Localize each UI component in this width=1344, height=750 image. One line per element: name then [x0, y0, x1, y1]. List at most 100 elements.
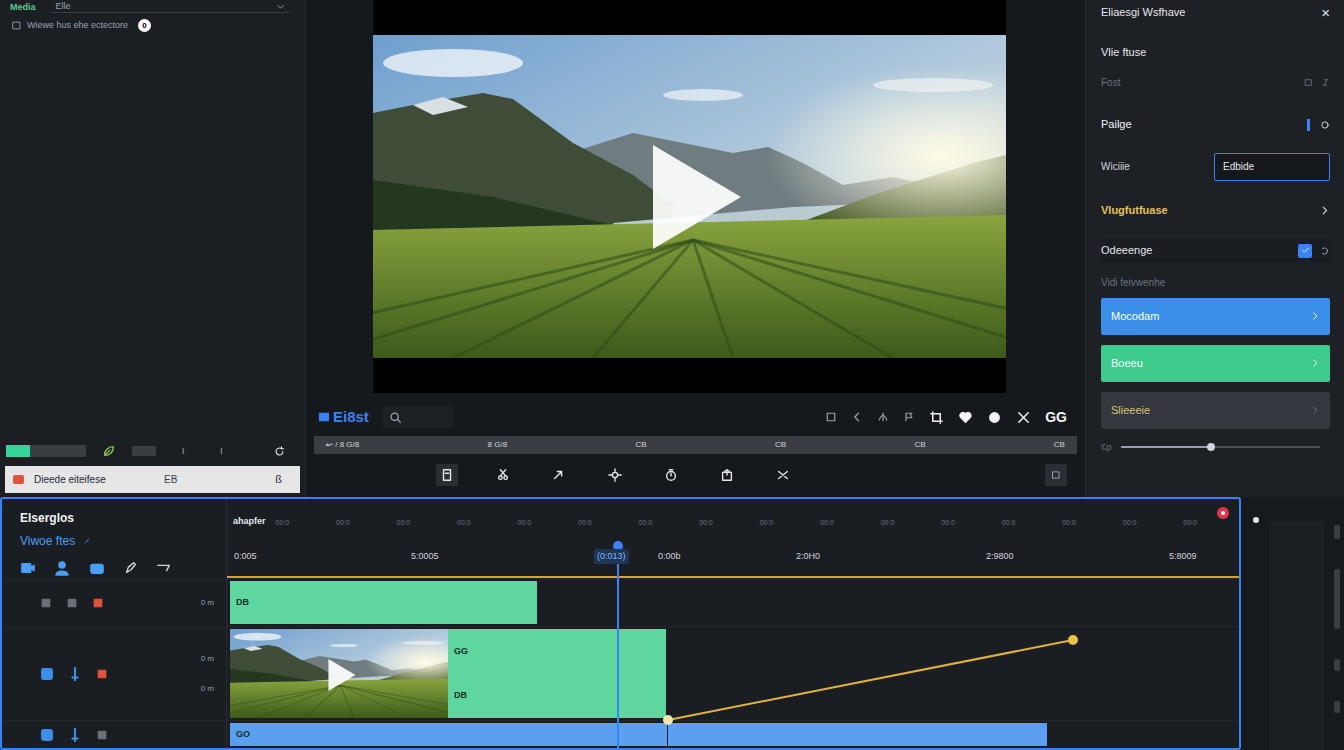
chevron-right-icon	[1310, 311, 1320, 321]
scrubber-tick: CB	[1054, 441, 1065, 449]
section-title: Vlie ftuse	[1101, 44, 1330, 61]
volume-envelope[interactable]	[227, 578, 1227, 750]
bold-icon[interactable]	[1304, 78, 1313, 87]
media-dropdown[interactable]: Elle	[50, 1, 289, 13]
page-toggle[interactable]	[1307, 119, 1310, 131]
video-clip[interactable]	[230, 629, 448, 718]
audio-clip[interactable]	[668, 723, 1048, 746]
people-icon[interactable]	[54, 560, 70, 576]
play-icon[interactable]	[653, 145, 741, 249]
arrow-icon[interactable]	[552, 468, 566, 482]
leaf-icon[interactable]	[102, 444, 116, 458]
pin-icon[interactable]	[1217, 507, 1229, 519]
fx-icon[interactable]	[1016, 410, 1031, 425]
mic-icon[interactable]	[68, 728, 82, 742]
frame-icon[interactable]	[825, 411, 837, 423]
rec-icon[interactable]	[92, 597, 104, 609]
mic-icon[interactable]	[68, 667, 82, 681]
toolbar-label: Ei8st	[318, 406, 369, 429]
change-row: Odeeenge	[1101, 239, 1330, 263]
ruler-tick: 00:0	[518, 518, 532, 529]
track-header: 0 m	[2, 579, 226, 627]
marker-icon[interactable]	[903, 411, 915, 423]
track-value: 0 m	[201, 653, 214, 665]
gear-button[interactable]	[604, 464, 626, 486]
timer-icon[interactable]	[664, 468, 678, 482]
scrollbar[interactable]	[1334, 515, 1344, 750]
eye-icon[interactable]	[96, 729, 108, 741]
fullscreen-icon[interactable]	[1051, 470, 1061, 480]
playhead[interactable]	[617, 545, 619, 748]
media-file[interactable]: Dieede eiteifeseEBß	[5, 466, 300, 493]
search-field[interactable]	[383, 406, 453, 428]
export-button[interactable]	[716, 464, 738, 486]
time-label: 5:8009	[1165, 550, 1197, 564]
action-button[interactable]: Boeeu	[1101, 345, 1330, 382]
meter-fill	[6, 445, 30, 457]
gear-icon[interactable]	[608, 468, 622, 482]
export-icon[interactable]	[720, 468, 734, 482]
scissors-icon[interactable]	[496, 468, 510, 482]
fullscreen-button[interactable]	[1045, 464, 1067, 486]
ruler-icon[interactable]	[156, 561, 172, 575]
film-icon[interactable]	[40, 667, 54, 681]
slider-knob[interactable]	[1207, 443, 1215, 451]
action-button[interactable]: Slieeeie	[1101, 392, 1330, 429]
scrubber[interactable]: ↜ / 8 G/88 G/8CBCBCBCB	[314, 436, 1077, 454]
timer-button[interactable]	[660, 464, 682, 486]
italic-icon[interactable]	[1321, 78, 1330, 87]
audio-clip[interactable]: DB	[230, 581, 538, 624]
lock-icon[interactable]	[40, 597, 52, 609]
arrow-button[interactable]	[548, 464, 570, 486]
heart-icon[interactable]	[958, 410, 973, 425]
rec-icon[interactable]	[96, 668, 108, 680]
close-button[interactable]: ×	[1321, 5, 1330, 20]
track-header	[2, 720, 226, 748]
video-icon[interactable]	[20, 561, 36, 575]
bookmark-button[interactable]	[436, 464, 458, 486]
side-strip	[1241, 497, 1344, 750]
audio-clip[interactable]: GO	[230, 723, 668, 746]
ruler-tick: 00:0	[760, 518, 774, 529]
link-icon[interactable]	[1320, 120, 1330, 130]
chevron-down-icon	[276, 2, 285, 11]
slider-track[interactable]	[1121, 446, 1320, 448]
eye-icon[interactable]	[66, 597, 78, 609]
media-title: Media	[10, 3, 36, 12]
ruler-tick: 00:0	[699, 518, 713, 529]
play-icon[interactable]	[328, 659, 356, 691]
button-label: Boeeu	[1111, 355, 1143, 372]
button-label: Slieeeie	[1111, 402, 1150, 419]
split-icon[interactable]	[877, 411, 889, 423]
action-button[interactable]: Mocodam	[1101, 298, 1330, 335]
pen-icon[interactable]	[124, 561, 138, 575]
toolbar-title: Ei8st	[333, 406, 369, 429]
film-icon[interactable]	[40, 728, 54, 742]
chevron-right-icon[interactable]	[1319, 205, 1330, 216]
crop-icon[interactable]	[929, 410, 944, 425]
bookmark-icon[interactable]	[440, 468, 454, 482]
width-field[interactable]: Edbide	[1214, 153, 1330, 181]
group-row[interactable]: Vlugfutfuase	[1101, 199, 1330, 223]
ruler-tick: 00:0	[578, 518, 592, 529]
audio-clip[interactable]: GGDB	[448, 629, 667, 718]
time-label: 2:9800	[982, 550, 1014, 564]
check-icon	[1301, 246, 1310, 255]
refresh-icon[interactable]	[274, 446, 285, 457]
scissors-button[interactable]	[492, 464, 514, 486]
note: Vidi feivwenhe	[1101, 275, 1330, 290]
shuffle-button[interactable]	[772, 464, 794, 486]
clip-label: DB	[236, 596, 537, 610]
hint-badge: 0	[138, 19, 151, 32]
camera-icon[interactable]	[88, 561, 106, 575]
speed-icon[interactable]	[987, 410, 1002, 425]
ruler-tick: 00:0	[276, 518, 290, 529]
change-checkbox[interactable]	[1298, 244, 1312, 258]
media-header: Media Elle	[0, 0, 305, 14]
ruler-tick: 00:0	[1062, 518, 1076, 529]
back-icon[interactable]	[851, 411, 863, 423]
reset-icon[interactable]	[1320, 246, 1330, 256]
shuffle-icon[interactable]	[776, 468, 790, 482]
clip-label: DB	[454, 689, 666, 703]
time-label: (0:013)	[594, 549, 629, 565]
